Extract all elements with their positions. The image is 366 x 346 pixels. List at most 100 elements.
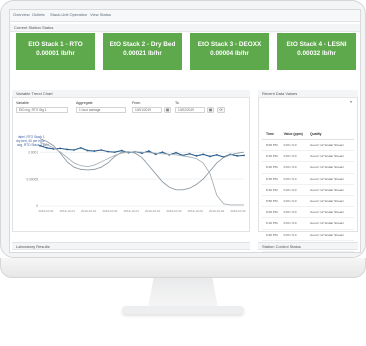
x-tick-label: 2019-10-01 [102,209,118,213]
data-point[interactable] [59,147,62,150]
data-point[interactable] [202,153,205,156]
stack-value: 0.00021 lb/hr [123,50,162,57]
aggregate-select[interactable]: 1 hour average [76,107,126,113]
table-cell: Good / 12 Scalar Stream [309,195,354,208]
refresh-button[interactable]: ⟳ [217,107,225,113]
table-row[interactable]: 9:00 PM 0.03 / 0.0 Good / 12 Scalar Stream [262,206,354,219]
data-point[interactable] [100,149,103,151]
breadcrumb-item[interactable]: Overview [13,12,30,17]
from-date-value: 10/01/2019 [135,108,151,112]
to-calendar-button[interactable]: ▦ [207,107,214,113]
panel-title: Current Station Status [14,25,54,30]
data-point[interactable] [66,148,69,151]
table-row[interactable]: 9:10 PM 0.03 / 0.0 Good / 12 Scalar Stream [262,217,354,230]
data-point[interactable] [243,154,245,157]
column-header: Value (ppm) [282,129,310,140]
breadcrumb-item[interactable]: Stack-Unit Operation [50,12,87,17]
stack-name: EtO Stack 4 - LESNI [286,41,347,48]
table-cell: 0.03 / 0.0 [282,251,310,252]
data-point[interactable] [113,151,116,154]
table-cell: 0.03 / 0.0 [282,161,310,174]
data-point[interactable] [39,144,41,147]
y-tick-label: 0 [36,204,38,208]
table-cell: Good / 12 Scalar Stream [309,217,354,230]
column-header: Time [262,129,283,140]
to-date-input[interactable]: 10/02/2019 [175,107,205,113]
table-cell: Good / 12 Scalar Stream [309,184,354,196]
table-cell: Good / 12 Scalar Stream [309,251,354,252]
table-cell: 8:20 PM [262,161,283,174]
data-point[interactable] [195,155,198,157]
x-tick-label: 2019-10-01 [145,209,161,213]
data-point[interactable] [236,155,239,157]
stack-value: 0.00001 lb/hr [36,50,75,57]
table-row[interactable]: 8:50 PM 0.03 / 0.0 Good / 12 Scalar Stream [262,195,354,208]
trend-chart: 0.0001 0.00005 0 2019-10-01 2019-10-01 2019-… [26,138,246,213]
monitor-stand-base [122,306,244,314]
table-row[interactable]: 8:20 PM 0.03 / 0.0 Good / 12 Scalar Stream [262,161,354,174]
data-point[interactable] [161,151,164,154]
table-row[interactable]: 8:30 PM 0.03 / 0.0 Good / 12 Scalar Stream [262,173,354,185]
stack-tile[interactable]: EtO Stack 2 - Dry Bed 0.00021 lb/hr [103,33,182,70]
recent-data-table: Time Value (ppm) Quality 8:00 PM 0.03 / 0… [262,129,354,252]
data-point[interactable] [120,149,123,152]
table-row[interactable]: 9:40 PM0.03 / 0.0Good / 12 Scalar Stream [262,251,354,252]
stack-value: 0.00032 lb/hr [297,50,336,57]
data-point[interactable] [107,150,109,153]
data-point[interactable] [215,153,218,156]
table-cell: 0.03 / 0.0 [282,206,310,219]
lab-results-header: Laboratory Results [12,242,250,250]
current-status-header: Current Station Status [10,24,360,32]
stack-tile[interactable]: EtO Stack 3 - DEOXX 0.00004 lb/hr [190,33,269,70]
table-cell: 0.03 / 0.0 [282,195,310,208]
series-line [39,145,245,158]
data-point[interactable] [86,149,89,152]
stack-name: EtO Stack 1 - RTO [28,41,83,48]
table-cell: 9:10 PM [262,217,283,230]
from-label: From [132,101,141,105]
table-cell: 0.03 / 0.0 [282,139,310,152]
breadcrumb-item[interactable]: Outlets [32,12,45,17]
data-point[interactable] [147,150,150,152]
stack-tile[interactable]: EtO Stack 1 - RTO 0.00001 lb/hr [16,33,95,70]
panel-title: Recent Data Values [262,91,298,96]
table-cell: Good / 12 Scalar Stream [309,229,354,241]
table-row[interactable]: 8:10 PM 0.03 / 0.0 Good / 12 Scalar Stream [262,150,354,163]
data-point[interactable] [93,150,96,152]
from-date-input[interactable]: 10/01/2019 [132,107,162,113]
table-header-row: Time Value (ppm) Quality [262,129,354,140]
variable-value: EtO mg, RTO Stg 1 [19,108,47,112]
table-cell: 0.03 / 0.0 [282,150,310,163]
table-cell: Good / 12 Scalar Stream [309,139,354,152]
table-row[interactable]: 8:00 PM 0.03 / 0.0 Good / 12 Scalar Stream [262,139,354,152]
data-point[interactable] [209,155,211,158]
aggregate-value: 1 hour average [79,108,101,112]
to-label: To [175,101,179,105]
table-cell: 0.03 / 0.0 [282,217,310,230]
monitor-chin [0,258,366,278]
variable-select[interactable]: EtO mg, RTO Stg 1 [16,107,68,113]
series-line [39,142,244,206]
screen: Overview Outlets Stack-Unit Operation Vi… [9,9,361,253]
table-cell: 8:50 PM [262,195,283,208]
series-line [39,138,245,191]
data-point[interactable] [73,149,75,151]
monitor: Overview Outlets Stack-Unit Operation Vi… [0,0,366,258]
stack-tile[interactable]: EtO Stack 4 - LESNI 0.00032 lb/hr [277,33,356,70]
data-point[interactable] [188,152,191,155]
data-point[interactable] [175,151,177,154]
table-cell: 0.03 / 0.0 [282,184,310,196]
table-cell: 8:30 PM [262,173,283,185]
table-row[interactable]: 9:20 PM 0.03 / 0.0 Good / 12 Scalar Stream [262,229,354,241]
panel-title: Station Control Status [262,244,301,249]
table-cell: 8:00 PM [262,139,283,152]
table-cell: 9:40 PM [262,251,283,252]
data-point[interactable] [45,146,48,149]
panel-options-icon[interactable]: ▾ [347,100,355,106]
variable-label: Variable [16,101,29,105]
data-point[interactable] [79,146,82,149]
table-row[interactable]: 8:40 PM 0.03 / 0.0 Good / 12 Scalar Stream [262,184,354,196]
panel-title: Variable Trend Chart [16,91,53,96]
table-cell: Good / 12 Scalar Stream [309,173,354,185]
from-calendar-button[interactable]: ▦ [164,107,171,113]
